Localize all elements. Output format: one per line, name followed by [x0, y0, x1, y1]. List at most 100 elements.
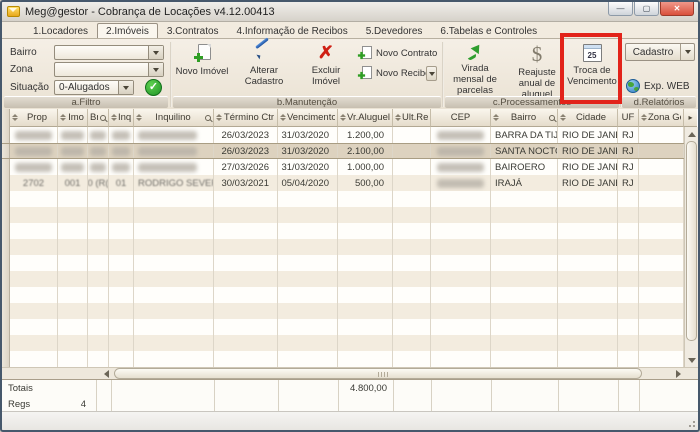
grid-cell[interactable]: [88, 159, 109, 175]
column-header-cep[interactable]: CEP: [431, 109, 491, 127]
sort-icon[interactable]: [111, 114, 117, 121]
tab-contratos[interactable]: 3.Contratos: [158, 23, 228, 38]
column-header-inquilino[interactable]: Inquilino: [134, 109, 214, 127]
grid-cell[interactable]: 31/03/2020: [278, 159, 338, 175]
row-selector[interactable]: [2, 351, 10, 367]
grid-cell[interactable]: [10, 144, 58, 158]
grid-cell[interactable]: 26/03/2023: [214, 127, 278, 143]
grid-cell[interactable]: [109, 144, 134, 158]
grid-cell[interactable]: [431, 159, 491, 175]
close-button[interactable]: ✕: [660, 2, 694, 16]
grid-cell[interactable]: [10, 127, 58, 143]
row-selector[interactable]: [2, 255, 10, 271]
tab-informacao-recibos[interactable]: 4.Informação de Recibos: [228, 23, 357, 38]
grid-cell[interactable]: [134, 127, 214, 143]
row-selector[interactable]: [2, 191, 10, 207]
grid-cell[interactable]: [88, 127, 109, 143]
grid-cell[interactable]: 1.000,00: [338, 159, 393, 175]
column-header-ult-reaj-[interactable]: Ult.Reaj.: [393, 109, 431, 127]
bairro-select[interactable]: [54, 45, 164, 60]
grid-cell[interactable]: 01: [109, 175, 134, 191]
table-row[interactable]: 2702 001 0 (R(01 RODRIGO SEVERINO 30/03/2021…: [2, 175, 684, 191]
grid-cell[interactable]: [58, 127, 88, 143]
grid-cell[interactable]: RIO DE JANEIRO: [558, 175, 618, 191]
sort-icon[interactable]: [641, 114, 647, 121]
table-row[interactable]: 26/03/2023 31/03/2020 1.200,00 BARRA DA TIJ…: [2, 127, 684, 143]
grid-cell[interactable]: [639, 159, 684, 175]
alterar-cadastro-button[interactable]: Alterar Cadastro: [234, 44, 294, 87]
grid-cell[interactable]: [393, 127, 431, 143]
sort-icon[interactable]: [136, 114, 142, 121]
grid-cell[interactable]: RIO DE JANEIRO: [558, 144, 618, 158]
column-header-bairro[interactable]: Bairro: [491, 109, 558, 127]
vertical-scroll-thumb[interactable]: [686, 141, 697, 341]
column-header-uf[interactable]: UF: [618, 109, 639, 127]
exp-web-button[interactable]: Exp. WEB: [626, 79, 690, 93]
grid-cell[interactable]: 31/03/2020: [278, 127, 338, 143]
search-icon[interactable]: [205, 114, 211, 121]
column-header-t-rmino-ctr[interactable]: Término Ctr: [214, 109, 278, 127]
grid-cell[interactable]: RJ: [618, 175, 639, 191]
row-selector[interactable]: [2, 127, 10, 143]
grid-cell[interactable]: 30/03/2021: [214, 175, 278, 191]
grid-cell[interactable]: 001: [58, 175, 88, 191]
sort-icon[interactable]: [12, 114, 18, 121]
grid-cell[interactable]: [393, 144, 431, 158]
troca-vencimento-button[interactable]: 25 Troca de Vencimento: [566, 44, 618, 87]
scroll-left-button[interactable]: [100, 368, 112, 379]
grid-cell[interactable]: 2.100,00: [338, 144, 393, 158]
grid-cell[interactable]: 1.200,00: [338, 127, 393, 143]
row-selector[interactable]: [2, 319, 10, 335]
grid-cell[interactable]: [431, 127, 491, 143]
sort-icon[interactable]: [60, 114, 66, 121]
scroll-right-button[interactable]: [672, 368, 684, 379]
horizontal-scrollbar[interactable]: [2, 367, 698, 379]
chevron-down-icon[interactable]: [148, 63, 163, 76]
sort-icon[interactable]: [560, 114, 566, 121]
column-header-zona-geo[interactable]: Zona Geo: [639, 109, 684, 127]
grid-cell[interactable]: BAIROERO: [491, 159, 558, 175]
grid-cell[interactable]: [88, 144, 109, 158]
column-header-prop[interactable]: Prop: [10, 109, 58, 127]
reajuste-anual-button[interactable]: $ Reajuste anual de aluguel: [507, 44, 567, 101]
resize-grip[interactable]: [686, 418, 696, 428]
apply-filter-button[interactable]: ✓: [145, 79, 162, 96]
grid-cell[interactable]: [431, 144, 491, 158]
grid-cell[interactable]: [639, 175, 684, 191]
minimize-button[interactable]: —: [608, 2, 633, 16]
column-header-bri[interactable]: Bri: [88, 109, 109, 127]
novo-recibo-dropdown[interactable]: [426, 66, 437, 81]
cadastro-dropdown-button[interactable]: Cadastro: [625, 43, 695, 61]
search-icon[interactable]: [549, 114, 555, 121]
tab-imoveis[interactable]: 2.Imóveis: [97, 23, 158, 38]
sort-icon[interactable]: [340, 114, 346, 121]
column-header-cidade[interactable]: Cidade: [558, 109, 618, 127]
grid-cell[interactable]: RJ: [618, 159, 639, 175]
grid-cell[interactable]: [393, 159, 431, 175]
column-header-vr-aluguel[interactable]: Vr.Aluguel: [338, 109, 393, 127]
row-selector[interactable]: [2, 223, 10, 239]
row-selector[interactable]: [2, 303, 10, 319]
column-header-inq[interactable]: Inq: [109, 109, 134, 127]
grid-cell[interactable]: BARRA DA TIJUCA: [491, 127, 558, 143]
row-selector[interactable]: [2, 271, 10, 287]
next-column-icon[interactable]: ▸: [684, 109, 697, 127]
virada-mensal-button[interactable]: Virada mensal de parcelas: [445, 44, 505, 96]
grid-cell[interactable]: [431, 175, 491, 191]
grid-cell[interactable]: SANTA NOCTÓRIA: [491, 144, 558, 158]
tab-devedores[interactable]: 5.Devedores: [357, 23, 432, 38]
grid-cell[interactable]: 26/03/2023: [214, 144, 278, 158]
chevron-down-icon[interactable]: [148, 46, 163, 59]
tab-tabelas-controles[interactable]: 6.Tabelas e Controles: [431, 23, 546, 38]
row-selector[interactable]: [2, 207, 10, 223]
row-selector[interactable]: [2, 287, 10, 303]
scroll-down-button[interactable]: [686, 354, 697, 366]
excluir-imovel-button[interactable]: ✗ Excluir Imóvel: [298, 44, 354, 88]
grid-cell[interactable]: [109, 159, 134, 175]
maximize-button[interactable]: ▢: [634, 2, 659, 16]
sort-icon[interactable]: [216, 114, 222, 121]
grid-cell[interactable]: [393, 175, 431, 191]
table-row[interactable]: 27/03/2026 31/03/2020 1.000,00 BAIROERO RIO …: [2, 159, 684, 175]
grid-cell[interactable]: 05/04/2020: [278, 175, 338, 191]
row-selector[interactable]: [2, 335, 10, 351]
